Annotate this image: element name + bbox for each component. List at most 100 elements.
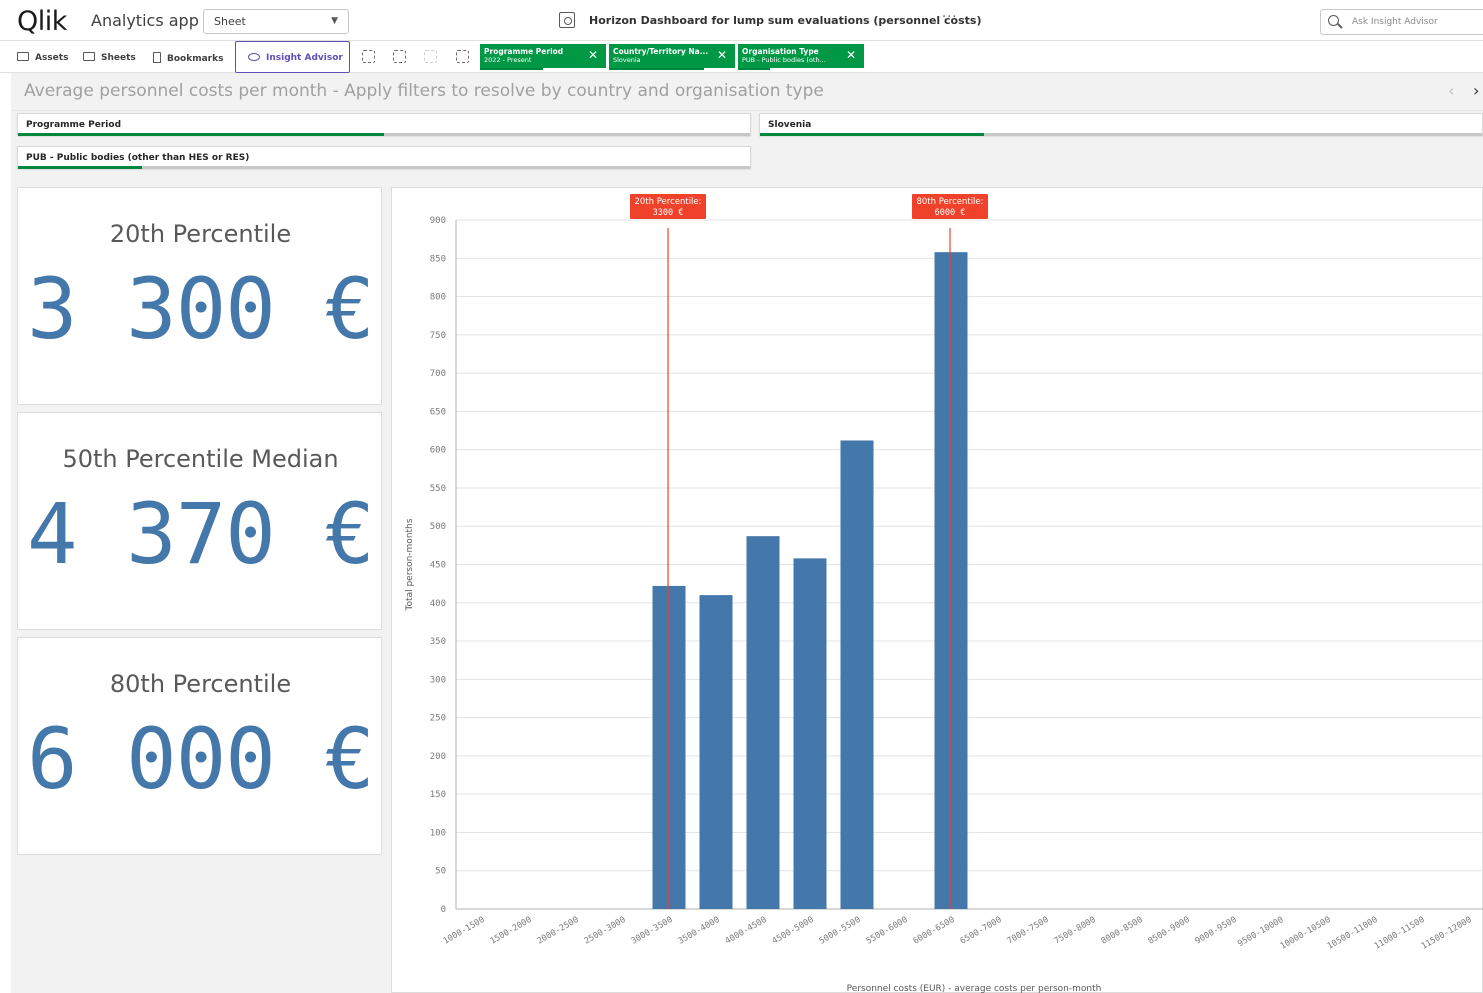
x-tick-label: 5500-6000	[865, 915, 910, 947]
y-tick-label: 50	[435, 867, 446, 877]
selection-chip-programme-period[interactable]: Programme Period 2022 - Present ✕	[480, 44, 606, 70]
chevron-down-icon: ▼	[331, 16, 338, 26]
sheet-dropdown-label: Sheet	[214, 15, 246, 28]
kpi-value: 4 370 €	[26, 485, 375, 583]
x-axis-title: Personnel costs (EUR) - average costs pe…	[847, 984, 1102, 993]
bar	[840, 440, 874, 909]
close-icon[interactable]: ✕	[717, 48, 727, 62]
search-selections-icon[interactable]	[362, 50, 375, 63]
close-icon[interactable]: ✕	[846, 48, 856, 62]
y-axis-title: Total person-months	[405, 518, 415, 611]
qlik-logo[interactable]: Qlik	[17, 6, 67, 37]
y-tick-label: 650	[430, 407, 446, 417]
x-tick-label: 4500-5000	[771, 915, 816, 947]
more-options-icon[interactable]: ···	[942, 10, 957, 25]
clear-selections-icon[interactable]	[456, 50, 469, 63]
x-tick-label: 7500-8000	[1053, 915, 1098, 947]
insight-advisor-icon	[248, 53, 260, 61]
bookmarks-label: Bookmarks	[167, 54, 224, 64]
toolbar: Assets Sheets Bookmarks Insight Advisor …	[0, 41, 1483, 73]
insight-advisor-button[interactable]: Insight Advisor	[235, 41, 350, 73]
top-header: Qlik Analytics app Sheet ▼ Horizon Dashb…	[0, 0, 1483, 41]
y-tick-label: 600	[430, 446, 446, 456]
x-tick-label: 10000-10500	[1279, 915, 1333, 952]
reference-label: 20th Percentile:	[634, 197, 701, 207]
bar	[652, 585, 686, 909]
filter-pane-organisation-type[interactable]: PUB - Public bodies (other than HES or R…	[17, 146, 751, 169]
x-tick-label: 8000-8500	[1100, 915, 1145, 947]
sheet-dropdown[interactable]: Sheet ▼	[203, 9, 349, 34]
previous-sheet-icon[interactable]: ‹	[1448, 81, 1454, 100]
app-name: Analytics app	[91, 11, 199, 30]
ask-placeholder: Ask Insight Advisor	[1352, 17, 1438, 27]
chip-state-bar	[738, 68, 770, 70]
kpi-median[interactable]: 50th Percentile Median 4 370 €	[17, 412, 382, 630]
y-tick-label: 350	[430, 637, 446, 647]
x-tick-label: 3500-4000	[677, 915, 722, 947]
filter-state-fill	[18, 133, 384, 136]
ask-insight-advisor-input[interactable]: Ask Insight Advisor	[1320, 9, 1483, 35]
insight-advisor-label: Insight Advisor	[266, 53, 343, 63]
x-tick-label: 11000-11500	[1373, 915, 1427, 952]
kpi-title: 80th Percentile	[109, 670, 292, 698]
bar	[793, 558, 827, 909]
filter-pane-country[interactable]: Slovenia	[759, 113, 1483, 136]
close-icon[interactable]: ✕	[588, 48, 598, 62]
sheets-label: Sheets	[101, 53, 136, 63]
x-tick-label: 6500-7000	[959, 915, 1004, 947]
histogram-svg: 0 50 100 150 200 250 300 350 400 450 500 550 600 650 7…	[405, 194, 1483, 993]
filter-pane-programme-period[interactable]: Programme Period	[17, 113, 751, 136]
reference-label: 80th Percentile:	[916, 197, 983, 207]
bar	[699, 595, 733, 909]
bookmarks-button[interactable]: Bookmarks	[153, 41, 223, 72]
y-tick-label: 900	[430, 216, 446, 226]
kpi-80th-percentile[interactable]: 80th Percentile 6 000 €	[17, 637, 382, 855]
filter-state-bar	[18, 166, 750, 169]
assets-button[interactable]: Assets	[17, 41, 68, 72]
x-tick-label: 9500-10000	[1236, 915, 1285, 949]
sheets-icon	[83, 52, 95, 61]
sheets-button[interactable]: Sheets	[83, 41, 136, 72]
chip-state-bar	[609, 68, 704, 70]
filter-state-bar	[18, 133, 750, 136]
step-back-icon[interactable]	[393, 50, 406, 63]
x-tick-label: 9000-9500	[1194, 915, 1239, 947]
filter-pane-label: Slovenia	[768, 120, 812, 130]
bar	[934, 252, 968, 910]
dashboard-title: Horizon Dashboard for lump sum evaluatio…	[589, 14, 982, 27]
kpi-value: 6 000 €	[26, 710, 375, 808]
histogram-chart[interactable]: 0 50 100 150 200 250 300 350 400 450 500 550 600 650 7…	[391, 187, 1483, 993]
selection-chip-country[interactable]: Country/Territory Na... Slovenia ✕	[609, 44, 735, 70]
filter-state-fill	[18, 166, 143, 169]
x-tick-label: 1000-1500	[442, 915, 487, 947]
y-tick-label: 200	[430, 752, 446, 762]
filter-pane-label: PUB - Public bodies (other than HES or R…	[26, 153, 250, 163]
x-tick-label: 2000-2500	[536, 915, 581, 947]
selection-chip-organisation-type[interactable]: Organisation Type PUB - Public bodies (o…	[738, 44, 864, 70]
reference-value-label: 3300 €	[653, 208, 684, 218]
y-tick-label: 550	[430, 484, 446, 494]
next-sheet-icon[interactable]: ›	[1473, 81, 1479, 100]
kpi-value: 3 300 €	[26, 260, 375, 358]
y-tick-label: 450	[430, 561, 446, 571]
kpi-title: 50th Percentile Median	[62, 445, 339, 473]
bar	[746, 536, 780, 909]
y-tick-label: 150	[430, 790, 446, 800]
y-tick-label: 750	[430, 331, 446, 341]
chip-field-value: Slovenia	[613, 56, 641, 64]
kpi-20th-percentile[interactable]: 20th Percentile 3 300 €	[17, 187, 382, 405]
chip-state-bar	[480, 68, 543, 70]
y-tick-label: 250	[430, 714, 446, 724]
assets-label: Assets	[35, 53, 69, 63]
y-tick-label: 850	[430, 254, 446, 264]
assets-icon	[17, 52, 29, 61]
x-tick-label: 2500-3000	[583, 915, 628, 947]
x-tick-label: 11500-12000	[1420, 915, 1474, 952]
filter-state-bar	[760, 133, 1482, 136]
search-icon	[1328, 15, 1339, 26]
chip-field-name: Programme Period	[484, 47, 564, 56]
x-tick-label: 6000-6500	[912, 915, 957, 947]
sheet-title-bar: Average personnel costs per month - Appl…	[11, 73, 1483, 111]
qlik-app: Qlik Analytics app Sheet ▼ Horizon Dashb…	[0, 0, 1483, 993]
reference-value-label: 6000 €	[935, 208, 966, 218]
